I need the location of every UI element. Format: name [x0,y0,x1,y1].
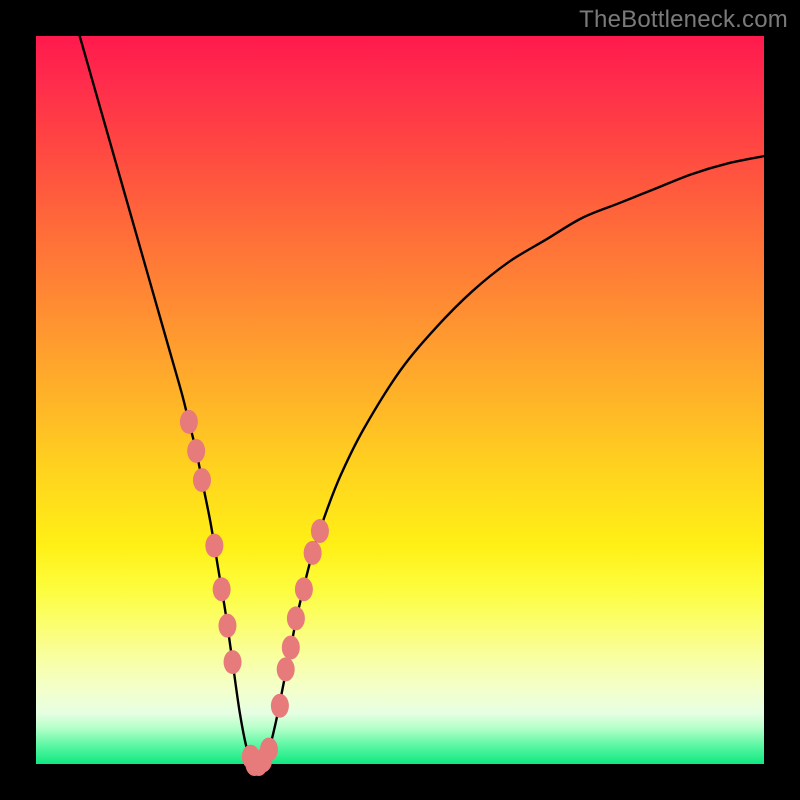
marker-dot [271,694,289,718]
marker-dot [295,577,313,601]
curve-svg [36,36,764,764]
marker-dot [180,410,198,434]
marker-dot [260,737,278,761]
marker-dot [187,439,205,463]
marker-dot [205,534,223,558]
marker-dot [224,650,242,674]
plot-area [36,36,764,764]
watermark-text: TheBottleneck.com [579,6,788,34]
marker-dot [311,519,329,543]
marker-dot [193,468,211,492]
highlighted-points [180,410,329,776]
bottleneck-curve [80,36,764,766]
marker-dot [304,541,322,565]
marker-dot [287,606,305,630]
marker-dot [277,657,295,681]
chart-stage: TheBottleneck.com [0,0,800,800]
marker-dot [213,577,231,601]
marker-dot [218,614,236,638]
marker-dot [282,636,300,660]
